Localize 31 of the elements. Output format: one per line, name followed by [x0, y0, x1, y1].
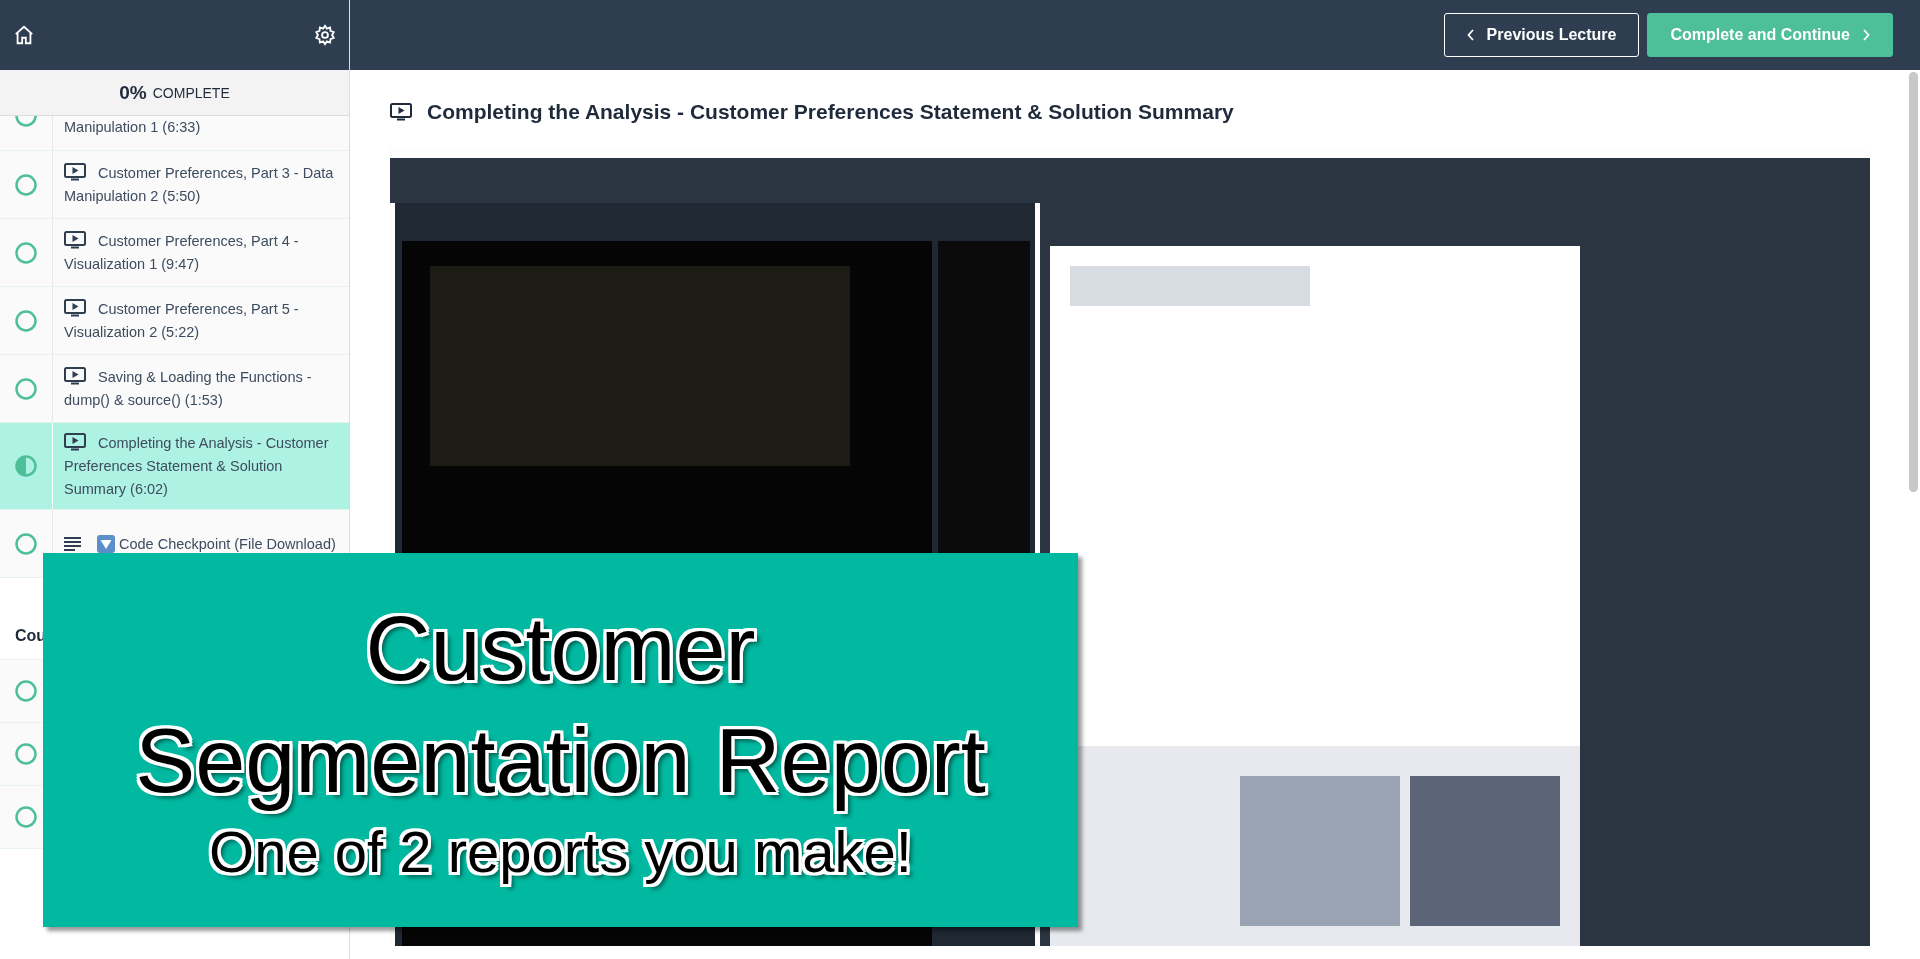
video-icon: [390, 103, 412, 121]
lesson-title: Completing the Analysis - Customer Preferences Statement & Solution Summary (6:02): [64, 431, 330, 499]
text-lines-icon: [64, 536, 81, 551]
lesson-title: Customer Preferences, Part 5 - Visualization 2 (5:22): [64, 297, 300, 342]
scrollbar[interactable]: [1909, 72, 1918, 492]
lesson-item[interactable]: Manipulation 1 (6:33): [0, 116, 349, 151]
banner-title: Customer: [365, 598, 756, 701]
lesson-title: Saving & Loading the Functions - dump() & source() (1:53): [64, 365, 313, 410]
video-icon: [64, 366, 86, 385]
video-icon: [64, 162, 86, 181]
video-icon: [64, 298, 86, 317]
lesson-title: Manipulation 1 (6:33): [64, 118, 201, 137]
chevron-left-icon: [1466, 29, 1475, 41]
banner-title: Segmentation Report: [135, 710, 986, 813]
home-icon[interactable]: [13, 24, 35, 46]
banner-subtitle: One of 2 reports you make!: [209, 818, 912, 886]
previous-lecture-button[interactable]: Previous Lecture: [1443, 13, 1640, 57]
lesson-item[interactable]: Completing the Analysis - Customer Preferences Statement & Solution Summary (6:02): [0, 423, 349, 510]
lesson-title: Customer Preferences, Part 3 - Data Manipulation 2 (5:50): [64, 161, 335, 206]
lesson-item[interactable]: Customer Preferences, Part 3 - Data Manipulation 2 (5:50): [0, 151, 349, 219]
chevron-right-icon: [1862, 29, 1870, 41]
lesson-title: Code Checkpoint (File Download): [119, 535, 336, 552]
lesson-title: Customer Preferences, Part 4 - Visualization 1 (9:47): [64, 229, 300, 274]
lecture-title: Completing the Analysis - Customer Preferences Statement & Solution Summary: [427, 100, 1234, 124]
settings-icon[interactable]: [314, 24, 336, 46]
progress-percent: 0%: [119, 81, 147, 104]
progress-label: COMPLETE: [152, 84, 230, 101]
lesson-item[interactable]: Customer Preferences, Part 4 - Visualization 1 (9:47): [0, 219, 349, 287]
video-icon: [64, 432, 86, 451]
video-icon: [64, 230, 86, 249]
lesson-item[interactable]: Customer Preferences, Part 5 - Visualization 2 (5:22): [0, 287, 349, 355]
